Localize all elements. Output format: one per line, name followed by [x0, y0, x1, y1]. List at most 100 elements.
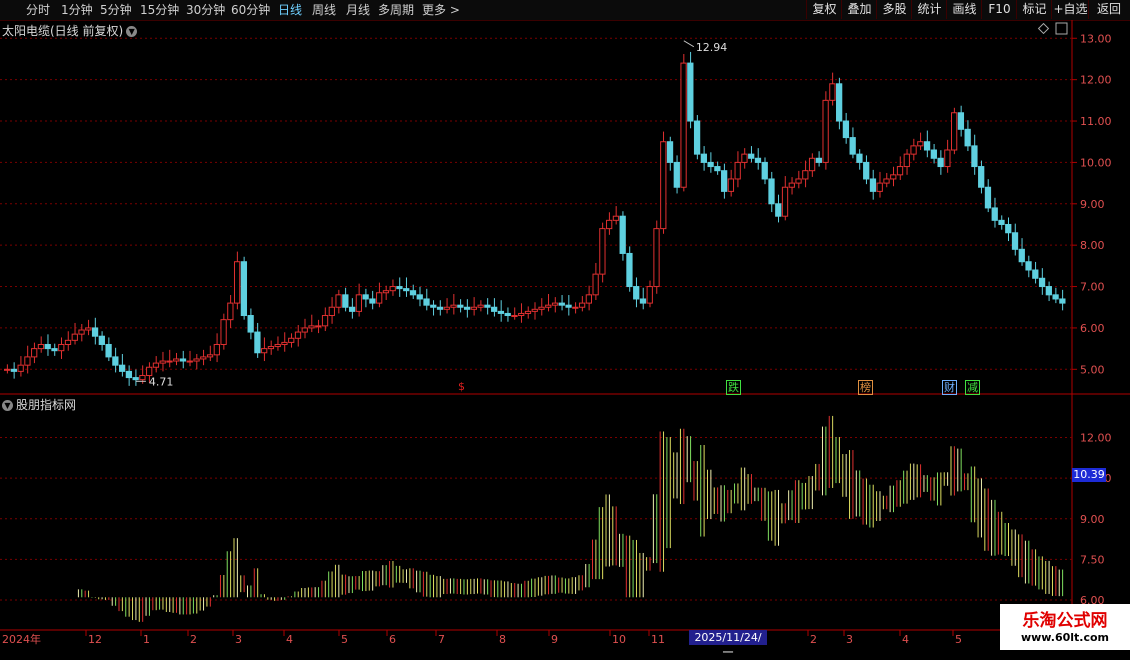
watermark-title: 乐淘公式网	[1022, 611, 1108, 631]
candle-body	[463, 306, 471, 310]
candle-body	[389, 286, 396, 292]
candle-body	[470, 306, 478, 310]
candle-body	[781, 186, 789, 217]
candle-body	[721, 170, 728, 192]
candle-body	[957, 112, 965, 130]
candle-body	[856, 153, 863, 163]
signal-marker[interactable]: 跌	[726, 380, 741, 395]
candle-body	[944, 149, 951, 168]
candle-body	[105, 343, 112, 358]
candle-body	[808, 157, 816, 172]
candle-body	[775, 203, 782, 217]
watermark-url: www.60lt.com	[1020, 631, 1110, 644]
month-label: 3	[235, 633, 242, 646]
kline-title: 太阳电缆(日线 前复权) ▼	[2, 22, 138, 39]
candle-body	[795, 178, 802, 184]
candle-body	[159, 360, 166, 364]
candle-body	[24, 356, 31, 366]
candle-body	[741, 153, 748, 163]
candle-body	[443, 306, 450, 310]
candle-body	[687, 62, 694, 122]
candle-body	[491, 306, 498, 312]
candle-body	[1059, 298, 1066, 304]
candle-body	[998, 219, 1005, 225]
candle-body	[321, 315, 329, 327]
chevron-down-icon[interactable]: ▼	[2, 400, 13, 411]
diamond-icon	[1037, 22, 1050, 35]
candle-body	[484, 304, 491, 308]
candle-body	[173, 358, 180, 362]
candle-body	[220, 319, 227, 345]
candle-body	[836, 83, 843, 122]
indicator-tick-label: 12.00	[1080, 432, 1112, 445]
candle-body	[863, 161, 870, 180]
candle-body	[247, 315, 254, 333]
signal-marker[interactable]: 减	[965, 380, 980, 395]
candle-body	[815, 157, 822, 163]
candle-body	[294, 331, 302, 339]
candle-body	[186, 360, 193, 363]
candle-body	[227, 302, 234, 321]
candle-body	[64, 339, 72, 345]
candle-body	[301, 327, 308, 333]
signal-marker[interactable]: $	[455, 380, 468, 393]
indicator-title: ▼ 股朋指标网	[2, 396, 76, 413]
candle-body	[436, 306, 444, 310]
candle-body	[146, 366, 153, 377]
candle-body	[139, 375, 146, 381]
candle-body	[193, 358, 200, 362]
candle-body	[416, 294, 423, 300]
candle-body	[761, 161, 768, 180]
candle-body	[274, 343, 281, 348]
watermark-logo: 乐淘公式网 www.60lt.com	[1000, 604, 1130, 650]
candle-body	[842, 120, 850, 139]
month-label: 9	[551, 633, 558, 646]
candle-body	[822, 99, 829, 163]
candle-body	[869, 178, 877, 192]
candle-body	[734, 161, 741, 180]
candle-body	[964, 128, 971, 147]
candle-body	[112, 356, 119, 366]
month-label: 1	[143, 633, 150, 646]
candle-body	[396, 286, 403, 290]
candle-body	[4, 368, 11, 371]
candle-body	[477, 304, 484, 308]
candle-body	[876, 182, 883, 192]
candle-body	[937, 157, 944, 168]
candle-body	[348, 306, 356, 312]
candle-body	[118, 364, 126, 372]
candle-body	[91, 327, 99, 337]
low-label: 4.71	[149, 375, 174, 388]
candle-body	[768, 178, 775, 205]
cursor-date-label: 2025/11/24/一	[689, 630, 767, 659]
candle-body	[78, 329, 85, 335]
candle-body	[727, 178, 735, 192]
price-tick-label: 12.00	[1080, 74, 1112, 87]
candle-body	[660, 141, 667, 230]
candle-body	[707, 161, 714, 168]
candle-body	[267, 346, 275, 350]
candle-body	[693, 120, 701, 155]
candle-body	[991, 207, 998, 221]
candle-body	[680, 62, 687, 188]
candle-body	[254, 331, 261, 354]
candle-body	[1038, 277, 1046, 288]
candle-body	[714, 166, 721, 172]
candle-body	[951, 112, 958, 151]
candle-body	[673, 161, 680, 188]
candle-body	[376, 292, 383, 304]
candle-body	[328, 306, 335, 317]
signal-marker[interactable]: 榜	[858, 380, 873, 395]
candle-body	[132, 377, 139, 381]
price-tick-label: 11.00	[1080, 115, 1112, 128]
signal-marker[interactable]: 财	[942, 380, 957, 395]
candle-body	[85, 327, 92, 331]
candle-body	[572, 306, 579, 309]
candle-body	[206, 354, 214, 358]
candle-body	[98, 335, 105, 345]
candle-body	[829, 83, 836, 101]
candle-body	[152, 362, 160, 368]
candle-body	[896, 166, 904, 176]
candle-body	[423, 298, 430, 306]
chevron-down-icon[interactable]: ▼	[126, 26, 138, 37]
